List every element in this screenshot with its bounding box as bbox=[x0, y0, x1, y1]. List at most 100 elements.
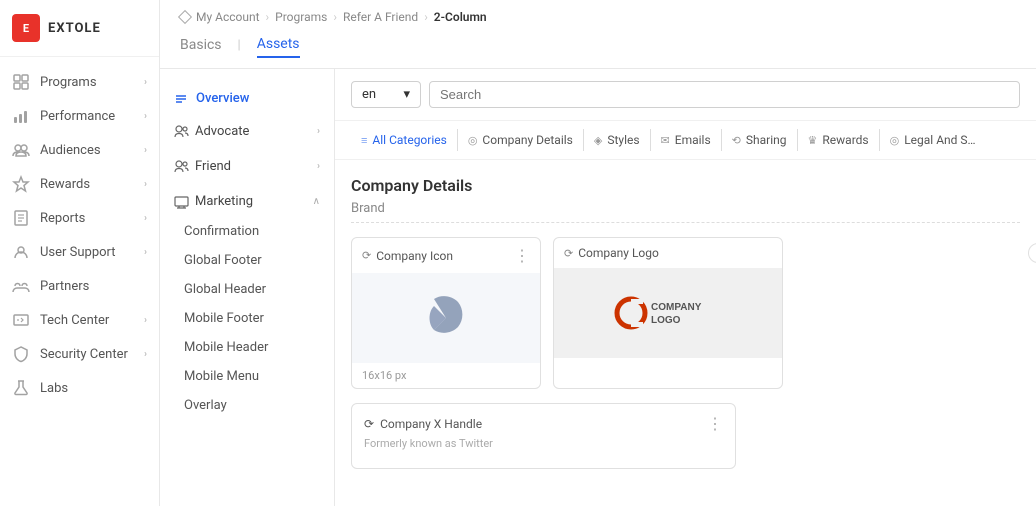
partners-label: Partners bbox=[40, 279, 89, 294]
panel-section-marketing: Marketing ∧ Confirmation Global Footer G… bbox=[160, 186, 334, 420]
company-handle-header: ⟳ Company X Handle ⋮ bbox=[364, 414, 723, 433]
panel-section-friend: Friend › bbox=[160, 151, 334, 182]
section-title: Company Details bbox=[351, 176, 1020, 195]
all-categories-icon: ≡ bbox=[361, 134, 367, 147]
marketing-sub-mobile-footer[interactable]: Mobile Footer bbox=[160, 304, 334, 333]
sidebar-logo: E EXTOLE bbox=[0, 0, 159, 57]
security-center-label: Security Center bbox=[40, 347, 128, 362]
cat-tab-emails[interactable]: ✉ Emails bbox=[651, 129, 722, 151]
sidebar-nav: Programs › Performance › Audiences › bbox=[0, 57, 159, 506]
marketing-sub-overlay[interactable]: Overlay bbox=[160, 391, 334, 420]
language-chevron-icon: ▾ bbox=[403, 87, 410, 102]
performance-chevron: › bbox=[144, 111, 147, 122]
language-select[interactable]: en ▾ bbox=[351, 81, 421, 108]
content-area: Overview Advocate › bbox=[160, 69, 1036, 506]
sidebar-item-programs[interactable]: Programs › bbox=[0, 65, 159, 99]
sidebar-item-performance[interactable]: Performance › bbox=[0, 99, 159, 133]
friend-header[interactable]: Friend › bbox=[160, 151, 334, 182]
emails-icon: ✉ bbox=[661, 134, 670, 147]
sidebar: E EXTOLE ‹ Programs › Performance › bbox=[0, 0, 160, 506]
svg-text:LOGO: LOGO bbox=[651, 315, 681, 326]
tab-basics[interactable]: Basics bbox=[180, 33, 222, 57]
cat-label-styles: Styles bbox=[607, 133, 639, 147]
marketing-sub-global-footer[interactable]: Global Footer bbox=[160, 246, 334, 275]
friend-label: Friend bbox=[195, 159, 231, 174]
marketing-sub-global-header[interactable]: Global Header bbox=[160, 275, 334, 304]
friend-icon bbox=[174, 159, 189, 174]
legal-icon: ◎ bbox=[890, 134, 900, 147]
audiences-icon bbox=[12, 141, 30, 159]
reports-icon bbox=[12, 209, 30, 227]
partners-icon bbox=[12, 277, 30, 295]
cat-tab-all-categories[interactable]: ≡ All Categories bbox=[351, 129, 458, 151]
sidebar-item-partners[interactable]: Partners bbox=[0, 269, 159, 303]
marketing-sub-mobile-menu[interactable]: Mobile Menu bbox=[160, 362, 334, 391]
breadcrumb-refer-a-friend[interactable]: Refer A Friend bbox=[343, 10, 418, 24]
sync-icon: ⟳ bbox=[362, 249, 371, 262]
overview-label: Overview bbox=[196, 91, 249, 106]
extole-logo-icon: E bbox=[12, 14, 40, 42]
company-logo-preview: COMPANY LOGO bbox=[554, 268, 782, 358]
section-sub: Brand bbox=[351, 201, 1020, 223]
overview-icon bbox=[174, 92, 188, 106]
sidebar-item-rewards[interactable]: Rewards › bbox=[0, 167, 159, 201]
marketing-sub-mobile-header[interactable]: Mobile Header bbox=[160, 333, 334, 362]
rewards-label: Rewards bbox=[40, 177, 90, 192]
sidebar-item-tech-center[interactable]: Tech Center › bbox=[0, 303, 159, 337]
language-value: en bbox=[362, 87, 376, 102]
company-icon-menu-button[interactable]: ⋮ bbox=[514, 246, 530, 265]
breadcrumb-diamond-icon bbox=[178, 10, 192, 24]
cat-tab-sharing[interactable]: ⟲ Sharing bbox=[722, 129, 798, 151]
company-icon-preview bbox=[352, 273, 540, 363]
cat-tab-rewards[interactable]: ♛ Rewards bbox=[798, 129, 880, 151]
advocate-icon bbox=[174, 124, 189, 139]
advocate-header[interactable]: Advocate › bbox=[160, 116, 334, 147]
overview-item[interactable]: Overview bbox=[160, 81, 334, 116]
tech-center-label: Tech Center bbox=[40, 313, 109, 328]
company-logo-title: Company Logo bbox=[578, 246, 659, 260]
search-input[interactable] bbox=[429, 81, 1020, 108]
user-support-chevron: › bbox=[144, 247, 147, 258]
performance-label: Performance bbox=[40, 109, 115, 124]
programs-label: Programs bbox=[40, 75, 97, 90]
cat-tab-legal[interactable]: ◎ Legal And S… bbox=[880, 129, 986, 151]
top-header: My Account › Programs › Refer A Friend ›… bbox=[160, 0, 1036, 69]
section-content: Company Details Brand ⟳ Company Icon ⋮ bbox=[335, 160, 1036, 485]
audiences-label: Audiences bbox=[40, 143, 101, 158]
cat-label-rewards: Rewards bbox=[822, 133, 868, 147]
labs-label: Labs bbox=[40, 381, 68, 396]
company-details-icon: ◎ bbox=[468, 134, 478, 147]
rewards-cat-icon: ♛ bbox=[808, 134, 818, 147]
sidebar-item-reports[interactable]: Reports › bbox=[0, 201, 159, 235]
breadcrumb-my-account[interactable]: My Account bbox=[196, 10, 260, 24]
tab-assets[interactable]: Assets bbox=[257, 32, 300, 58]
handle-sync-icon: ⟳ bbox=[364, 417, 374, 431]
cat-tab-company-details[interactable]: ◎ Company Details bbox=[458, 129, 584, 151]
cat-label-legal: Legal And S… bbox=[904, 133, 975, 147]
user-support-label: User Support bbox=[40, 245, 116, 260]
sidebar-item-security-center[interactable]: Security Center › bbox=[0, 337, 159, 371]
sidebar-item-audiences[interactable]: Audiences › bbox=[0, 133, 159, 167]
reports-label: Reports bbox=[40, 211, 85, 226]
sidebar-item-labs[interactable]: Labs bbox=[0, 371, 159, 405]
marketing-header[interactable]: Marketing ∧ bbox=[160, 186, 334, 217]
handle-menu-button[interactable]: ⋮ bbox=[707, 414, 723, 433]
cat-tab-styles[interactable]: ◈ Styles bbox=[584, 129, 651, 151]
svg-text:COMPANY: COMPANY bbox=[651, 302, 702, 313]
marketing-sub-confirmation[interactable]: Confirmation bbox=[160, 217, 334, 246]
main-content: My Account › Programs › Refer A Friend ›… bbox=[160, 0, 1036, 506]
filter-bar: en ▾ bbox=[335, 69, 1036, 121]
tech-center-icon bbox=[12, 311, 30, 329]
marketing-icon bbox=[174, 194, 189, 209]
sidebar-item-user-support[interactable]: User Support › bbox=[0, 235, 159, 269]
company-icon-subtitle: 16x16 px bbox=[352, 363, 540, 388]
friend-chevron-icon: › bbox=[317, 161, 320, 172]
handle-title-text: Company X Handle bbox=[380, 417, 482, 431]
reports-chevron: › bbox=[144, 213, 147, 224]
right-panel: en ▾ ≡ All Categories ◎ Company Details … bbox=[335, 69, 1036, 506]
breadcrumb: My Account › Programs › Refer A Friend ›… bbox=[180, 10, 1016, 24]
rewards-icon bbox=[12, 175, 30, 193]
advocate-chevron-icon: › bbox=[317, 126, 320, 137]
header-tabs: Basics | Assets bbox=[180, 32, 1016, 58]
breadcrumb-programs[interactable]: Programs bbox=[275, 10, 327, 24]
